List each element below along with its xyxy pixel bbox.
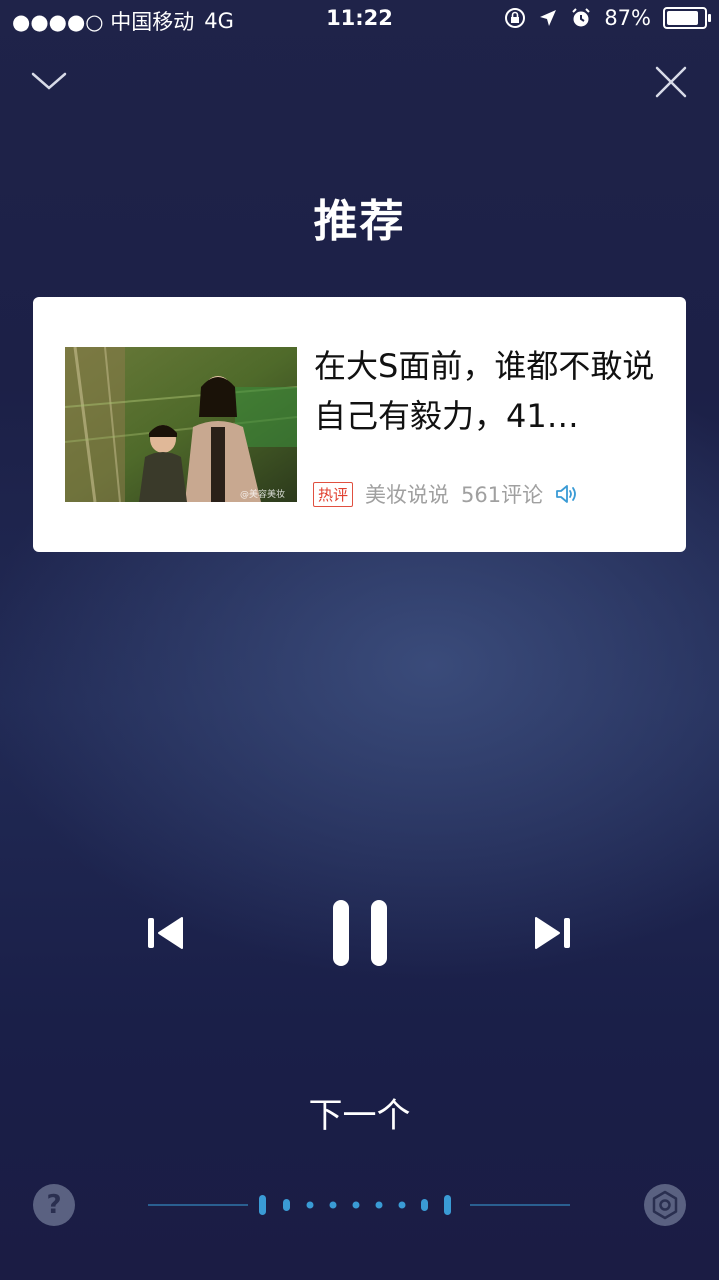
- speaker-icon: [556, 485, 577, 503]
- article-card[interactable]: @美容美妆 在大S面前，谁都不敢说自己有毅力，41… 热评 美妆说说 561评论: [33, 297, 686, 552]
- voice-waveform-indicator: [148, 1195, 570, 1215]
- close-icon[interactable]: [649, 60, 693, 104]
- comment-count: 561评论: [461, 483, 544, 507]
- battery-icon: [663, 7, 711, 29]
- next-item-button[interactable]: 下一个: [0, 1088, 719, 1137]
- collapse-chevron-down-icon[interactable]: [27, 60, 71, 104]
- article-thumbnail: @美容美妆: [65, 347, 297, 502]
- battery-percent: 87%: [604, 6, 651, 30]
- page-title: 推荐: [313, 196, 406, 247]
- thumbnail-caption: @美容美妆: [240, 488, 285, 500]
- status-right: 87%: [504, 6, 711, 30]
- article-source: 美妆说说: [365, 483, 450, 507]
- location-icon: [540, 10, 557, 26]
- settings-hexagon-icon[interactable]: [644, 1184, 686, 1226]
- next-track-icon[interactable]: [533, 912, 573, 954]
- alarm-icon: [572, 8, 591, 27]
- orientation-lock-icon: [505, 8, 526, 28]
- pause-icon[interactable]: [330, 897, 390, 969]
- article-meta: 热评 美妆说说 561评论: [313, 479, 579, 509]
- hot-comment-tag: 热评: [313, 481, 354, 507]
- previous-track-icon[interactable]: [145, 912, 185, 954]
- status-bar: ●●●●○ 中国移动 4G 11:22 87%: [0, 0, 719, 40]
- help-button[interactable]: ?: [33, 1184, 75, 1226]
- article-title[interactable]: 在大S面前，谁都不敢说自己有毅力，41…: [314, 341, 664, 441]
- battery-fill: [667, 11, 699, 25]
